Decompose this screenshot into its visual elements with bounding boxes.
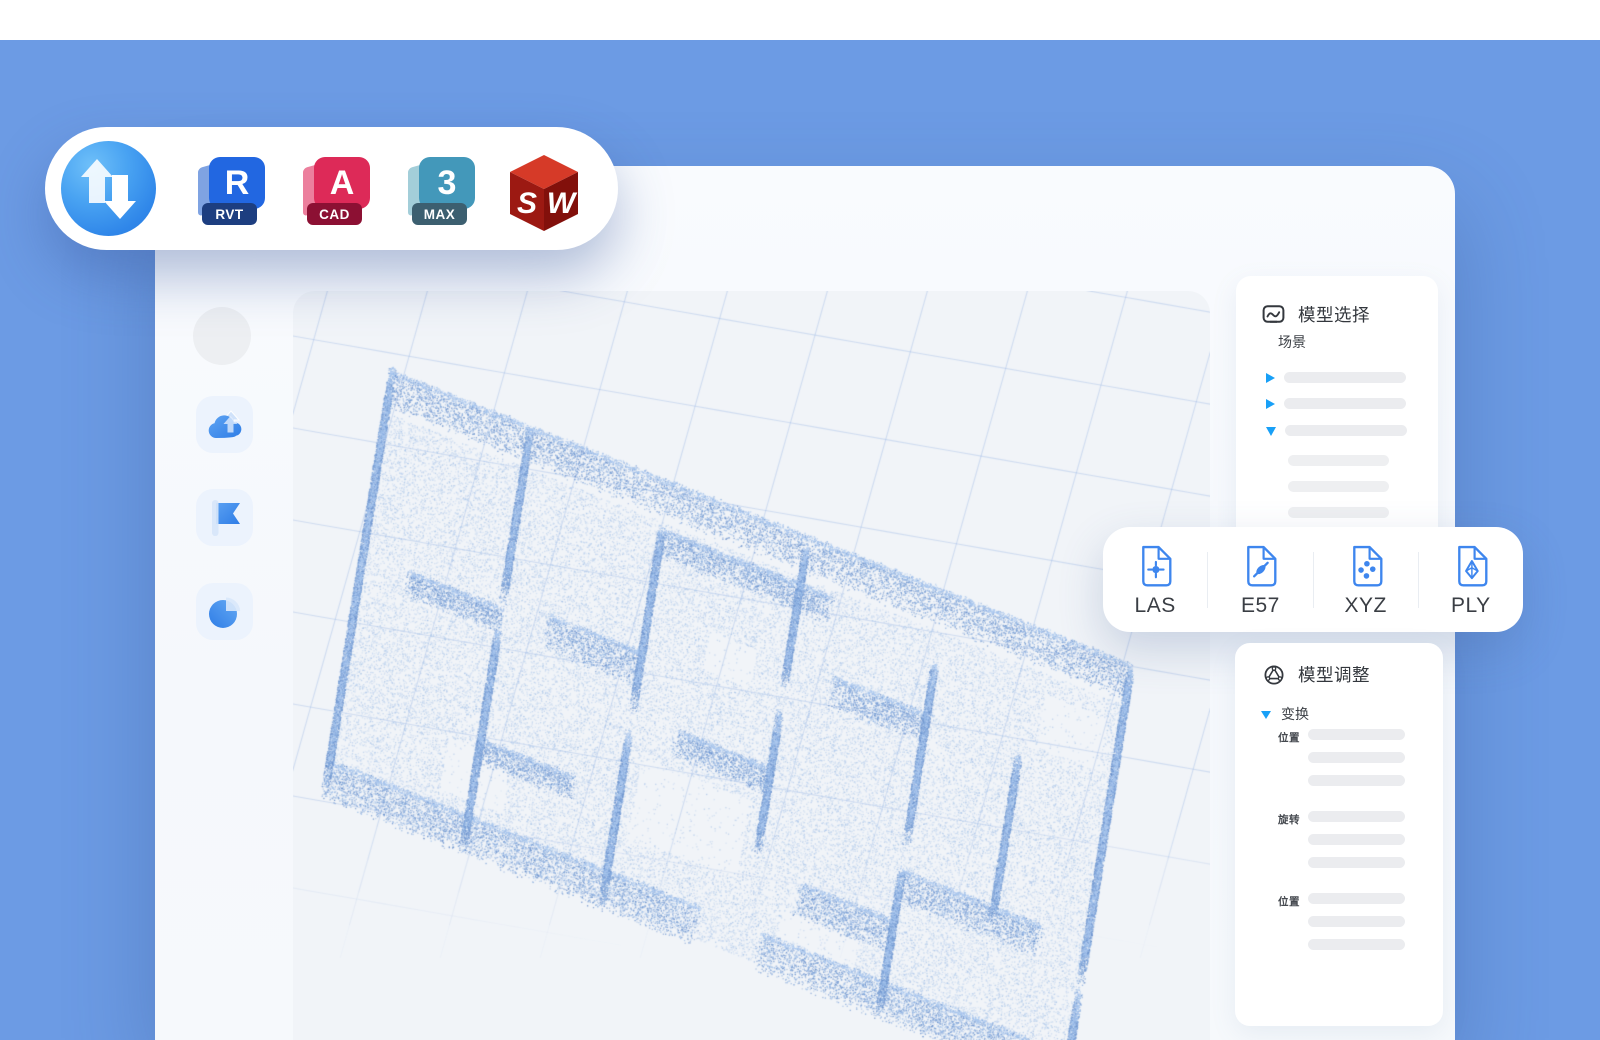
down-arrow-icon — [104, 175, 136, 219]
section-label: 旋转 — [1278, 812, 1300, 827]
section-label: 位置 — [1278, 894, 1300, 909]
value-skeleton — [1308, 893, 1405, 904]
format-label: E57 — [1241, 595, 1280, 616]
tree-row[interactable] — [1266, 398, 1406, 409]
value-skeleton — [1308, 811, 1405, 822]
expand-icon[interactable] — [1266, 399, 1275, 409]
tree-child-row[interactable] — [1288, 455, 1389, 466]
value-skeleton — [1308, 834, 1405, 845]
export-toolbar: R RVT A CAD 3 MAX S W — [45, 127, 618, 250]
collapse-icon[interactable] — [1266, 427, 1276, 436]
app-letter: R — [209, 157, 265, 209]
crosshair-file-icon — [1137, 544, 1173, 588]
tree-item-skeleton — [1288, 455, 1389, 466]
tree-item-skeleton — [1284, 398, 1406, 409]
viewport — [293, 291, 1210, 1040]
value-skeleton — [1308, 729, 1405, 740]
section-label: 位置 — [1278, 730, 1300, 745]
tree-item-skeleton — [1288, 507, 1389, 518]
tree-child-row[interactable] — [1288, 481, 1389, 492]
app-icon-autocad[interactable]: A CAD — [298, 157, 372, 233]
pie-chart-icon — [205, 592, 245, 632]
format-label: PLY — [1451, 595, 1491, 616]
dots-file-icon — [1348, 544, 1384, 588]
prism-file-icon — [1453, 544, 1489, 588]
gyroscope-icon — [1263, 664, 1285, 686]
panel-title: 模型调整 — [1298, 662, 1370, 687]
value-skeleton — [1308, 857, 1405, 868]
tree-row[interactable] — [1266, 424, 1407, 436]
scene-label: 场景 — [1278, 332, 1306, 352]
transfer-button[interactable] — [61, 141, 156, 236]
tree-child-row[interactable] — [1288, 507, 1389, 518]
expand-icon[interactable] — [1266, 373, 1275, 383]
tree-item-skeleton — [1284, 372, 1406, 383]
model-select-panel: 模型选择 场景 — [1236, 276, 1438, 544]
sw-letter-w: W — [547, 187, 578, 220]
app-tag: CAD — [307, 203, 362, 225]
app-icon-solidworks[interactable]: S W — [505, 151, 583, 235]
format-option-e57[interactable]: E57 — [1208, 544, 1312, 616]
cloud-upload-icon — [204, 407, 246, 443]
value-skeleton — [1308, 916, 1405, 927]
tree-item-skeleton — [1288, 481, 1389, 492]
viewport-canvas[interactable] — [293, 291, 1210, 1040]
format-label: LAS — [1135, 595, 1176, 616]
chart-bubble-icon — [1262, 303, 1285, 326]
collapse-icon[interactable] — [1261, 711, 1271, 719]
avatar[interactable] — [193, 307, 251, 365]
app-letter: A — [314, 157, 370, 209]
transform-group-row[interactable]: 变换 — [1261, 704, 1309, 724]
app-letter: 3 — [419, 157, 475, 209]
pie-chart-button[interactable] — [196, 583, 253, 640]
app-tag: RVT — [202, 203, 257, 225]
format-label: XYZ — [1344, 595, 1386, 616]
app-icon-3dsmax[interactable]: 3 MAX — [403, 157, 477, 233]
tree-item-skeleton — [1285, 425, 1407, 436]
page: 模型选择 场景 — [0, 0, 1600, 1040]
sw-letter-s: S — [517, 187, 537, 220]
format-option-xyz[interactable]: XYZ — [1314, 544, 1418, 616]
app-icon-revit[interactable]: R RVT — [193, 157, 267, 233]
format-option-ply[interactable]: PLY — [1419, 544, 1523, 616]
flag-icon — [205, 497, 245, 539]
model-adjust-panel: 模型调整 变换 位置 旋转 位置 — [1235, 643, 1443, 1026]
format-option-las[interactable]: LAS — [1103, 544, 1207, 616]
value-skeleton — [1308, 752, 1405, 763]
value-skeleton — [1308, 939, 1405, 950]
transform-label: 变换 — [1281, 704, 1309, 724]
link-file-icon — [1242, 544, 1278, 588]
app-tag: MAX — [412, 203, 467, 225]
tree-row[interactable] — [1266, 372, 1406, 383]
import-formats-card: LAS E57 XYZ — [1103, 527, 1523, 632]
value-skeleton — [1308, 775, 1405, 786]
up-arrow-icon — [81, 159, 113, 203]
cloud-upload-button[interactable] — [196, 396, 253, 453]
panel-title: 模型选择 — [1298, 302, 1370, 327]
flag-button[interactable] — [196, 489, 253, 546]
